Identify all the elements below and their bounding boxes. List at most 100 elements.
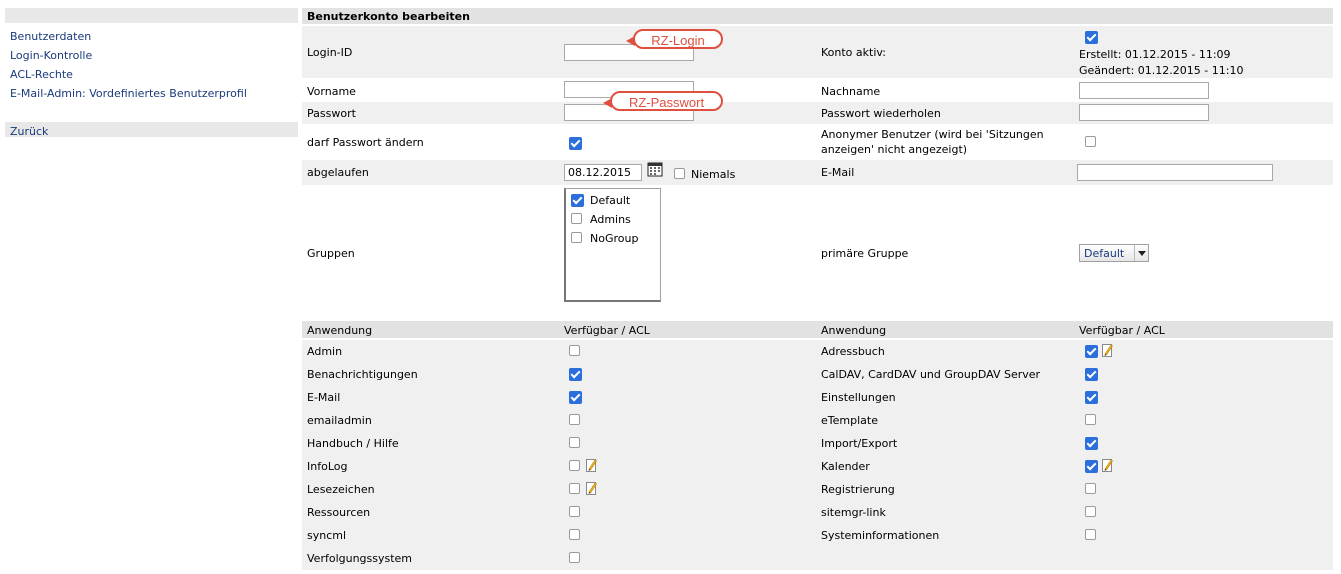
password-repeat-input[interactable] <box>1079 104 1209 121</box>
group-admins-label: Admins <box>590 213 631 226</box>
may-change-password-checkbox[interactable] <box>569 137 582 150</box>
group-nogroup-checkbox[interactable] <box>571 232 582 243</box>
table-row: E-Mail Einstellungen <box>302 386 1333 409</box>
app-available-checkbox[interactable] <box>569 529 580 540</box>
changed-text: Geändert: 01.12.2015 - 11:10 <box>1079 64 1244 77</box>
table-row: emailadmin eTemplate <box>302 409 1333 432</box>
edit-acl-icon[interactable] <box>586 458 597 472</box>
app-name: Kalender <box>821 460 870 473</box>
lastname-input[interactable] <box>1079 82 1209 99</box>
never-checkbox[interactable] <box>674 168 685 179</box>
active-checkbox[interactable] <box>1085 31 1098 44</box>
table-row: syncml Systeminformationen <box>302 524 1333 547</box>
app-name: sitemgr-link <box>821 506 886 519</box>
app-available-checkbox[interactable] <box>569 391 582 404</box>
apps-col-app-left: Anwendung <box>307 324 373 337</box>
may-change-password-label: darf Passwort ändern <box>307 136 424 149</box>
login-label: Login-ID <box>307 46 353 59</box>
lastname-label: Nachname <box>821 85 881 98</box>
app-name: Adressbuch <box>821 345 885 358</box>
row-change-password: darf Passwort ändern Anonymer Benutzer (… <box>302 124 1333 160</box>
email-input[interactable] <box>1077 164 1273 181</box>
password-repeat-label: Passwort wiederholen <box>821 107 941 120</box>
app-name: eTemplate <box>821 414 878 427</box>
app-available-checkbox[interactable] <box>569 552 580 563</box>
primary-group-select[interactable]: Default <box>1079 244 1149 262</box>
app-available-checkbox[interactable] <box>1085 391 1098 404</box>
app-available-checkbox[interactable] <box>569 460 580 471</box>
apps-col-acl-right: Verfügbar / ACL <box>1079 324 1165 337</box>
group-default-checkbox[interactable] <box>571 194 584 207</box>
app-available-checkbox[interactable] <box>569 345 580 356</box>
apps-col-acl-left: Verfügbar / ACL <box>564 324 650 337</box>
app-name: Import/Export <box>821 437 898 450</box>
sidebar-item-benutzerdaten[interactable]: Benutzerdaten <box>10 30 91 43</box>
row-groups: Gruppen primäre Gruppe <box>302 185 1333 320</box>
app-available-checkbox[interactable] <box>1085 414 1096 425</box>
app-name: Lesezeichen <box>307 483 375 496</box>
app-available-checkbox[interactable] <box>569 368 582 381</box>
app-available-checkbox[interactable] <box>1085 368 1098 381</box>
table-row: Admin Adressbuch <box>302 340 1333 363</box>
app-available-checkbox[interactable] <box>1085 437 1098 450</box>
app-available-checkbox[interactable] <box>1085 460 1098 473</box>
app-name: InfoLog <box>307 460 348 473</box>
app-available-checkbox[interactable] <box>1085 506 1096 517</box>
anonymous-label-line1: Anonymer Benutzer (wird bei 'Sitzungen <box>821 128 1044 141</box>
app-name: Benachrichtigungen <box>307 368 418 381</box>
expires-date-input[interactable] <box>564 164 642 181</box>
primary-group-value: Default <box>1084 247 1125 260</box>
app-available-checkbox[interactable] <box>569 414 580 425</box>
app-name: Einstellungen <box>821 391 896 404</box>
back-link[interactable]: Zurück <box>10 125 48 138</box>
form-header: Benutzerkonto bearbeiten <box>302 8 1333 24</box>
sidebar-header <box>5 8 298 23</box>
app-name: Ressourcen <box>307 506 371 519</box>
app-available-checkbox[interactable] <box>1085 529 1096 540</box>
groups-label: Gruppen <box>307 247 355 260</box>
app-available-checkbox[interactable] <box>569 483 580 494</box>
calendar-icon[interactable] <box>647 161 663 177</box>
sidebar-separator <box>5 122 298 137</box>
created-text: Erstellt: 01.12.2015 - 11:09 <box>1079 48 1231 61</box>
apps-header: Anwendung Verfügbar / ACL Anwendung Verf… <box>302 321 1333 338</box>
app-name: emailadmin <box>307 414 372 427</box>
page-title: Benutzerkonto bearbeiten <box>307 10 470 23</box>
app-available-checkbox[interactable] <box>1085 483 1096 494</box>
table-row: Handbuch / Hilfe Import/Export <box>302 432 1333 455</box>
table-row: Ressourcen sitemgr-link <box>302 501 1333 524</box>
edit-acl-icon[interactable] <box>586 481 597 495</box>
app-available-checkbox[interactable] <box>569 506 580 517</box>
password-callout: RZ-Passwort <box>603 91 723 111</box>
app-name: Handbuch / Hilfe <box>307 437 399 450</box>
sidebar-item-email-admin[interactable]: E-Mail-Admin: Vordefiniertes Benutzerpro… <box>10 87 247 100</box>
edit-acl-icon[interactable] <box>1102 343 1113 357</box>
never-label: Niemals <box>691 168 736 181</box>
app-available-checkbox[interactable] <box>1085 345 1098 358</box>
app-available-checkbox[interactable] <box>569 437 580 448</box>
app-name: Admin <box>307 345 343 358</box>
group-admins-checkbox[interactable] <box>571 213 582 224</box>
sidebar-item-acl-rechte[interactable]: ACL-Rechte <box>10 68 73 81</box>
app-name: Systeminformationen <box>821 529 940 542</box>
groups-listbox[interactable]: Default Admins NoGroup <box>564 188 661 302</box>
app-name: CalDAV, CardDAV und GroupDAV Server <box>821 368 1041 381</box>
sidebar-item-login-kontrolle[interactable]: Login-Kontrolle <box>10 49 92 62</box>
email-label: E-Mail <box>821 166 855 179</box>
table-row: InfoLog Kalender <box>302 455 1333 478</box>
anonymous-checkbox[interactable] <box>1085 136 1096 147</box>
expires-label: abgelaufen <box>307 166 369 179</box>
password-label: Passwort <box>307 107 356 120</box>
edit-acl-icon[interactable] <box>1102 458 1113 472</box>
login-callout: RZ-Login <box>626 29 723 49</box>
app-name: syncml <box>307 529 347 542</box>
row-login: Login-ID Konto aktiv: Erstellt: 01.12.20… <box>302 26 1333 78</box>
firstname-label: Vorname <box>307 85 356 98</box>
group-default-label: Default <box>590 194 631 207</box>
table-row: Lesezeichen Registrierung <box>302 478 1333 501</box>
table-row: Benachrichtigungen CalDAV, CardDAV und Gr… <box>302 363 1333 386</box>
primary-group-label: primäre Gruppe <box>821 247 909 260</box>
app-name: E-Mail <box>307 391 341 404</box>
anonymous-label-line2: anzeigen' nicht angezeigt) <box>821 143 968 156</box>
chevron-down-icon <box>1134 245 1148 261</box>
